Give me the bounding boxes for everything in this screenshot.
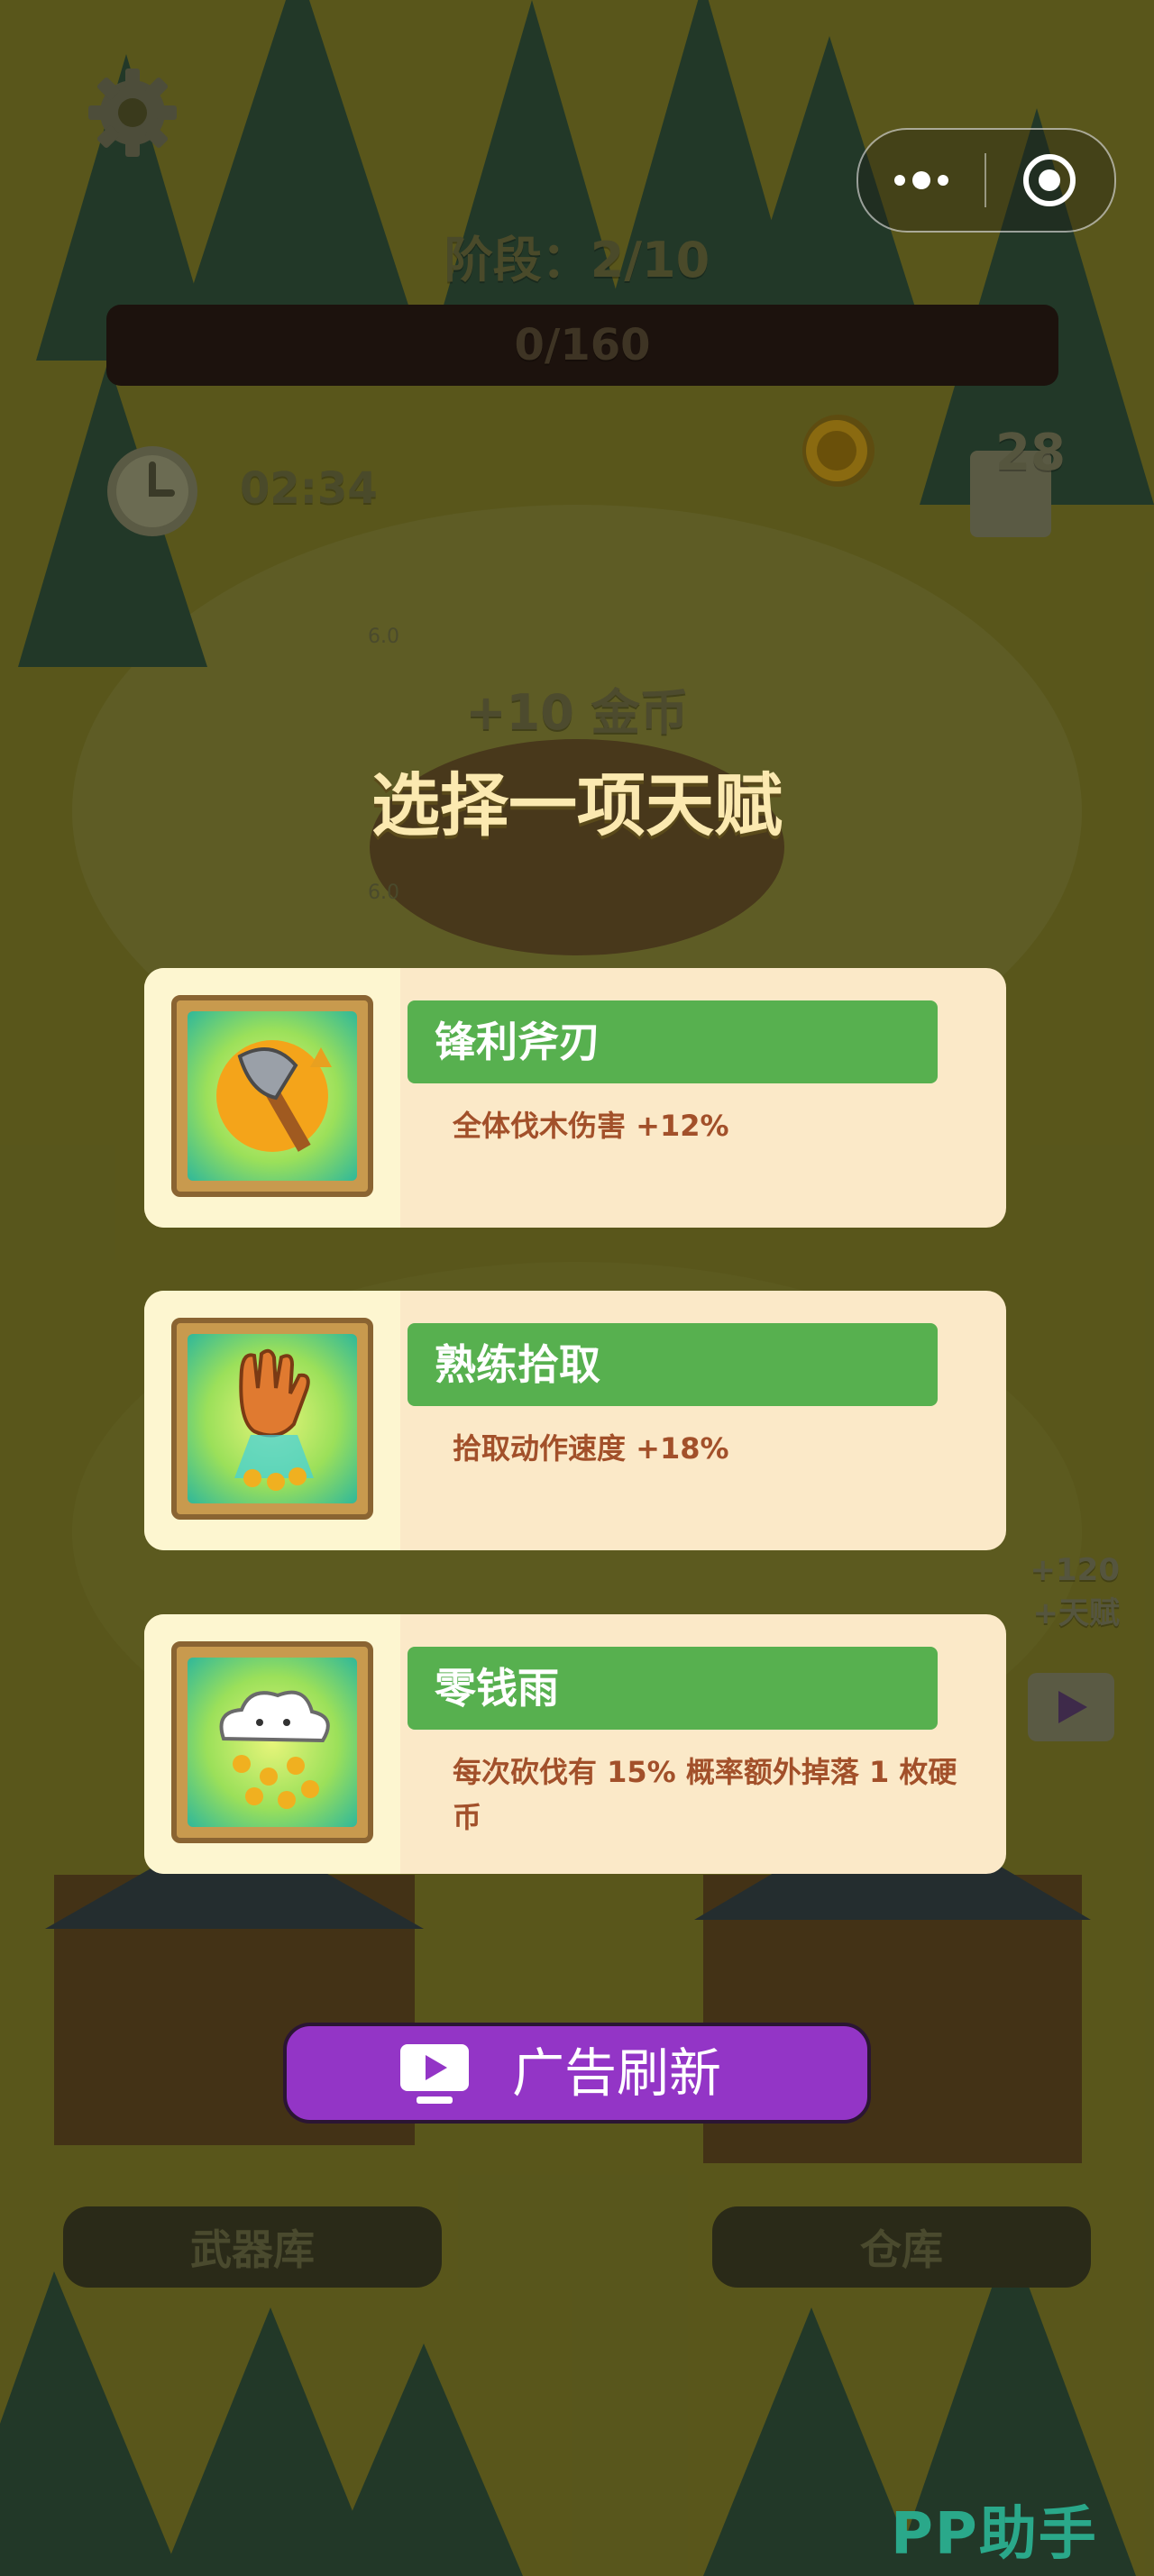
overlay-heading: 选择一项天赋 (371, 765, 783, 845)
cloud-coins-icon (219, 1690, 330, 1809)
timer-text: 02:34 (240, 463, 378, 514)
talent-desc: 拾取动作速度 +18% (453, 1431, 729, 1466)
capsule-divider (985, 153, 986, 207)
talent-icon-panel (144, 968, 400, 1228)
mini-program-capsule (856, 128, 1116, 233)
talent-icon-panel (144, 1291, 400, 1550)
talent-title: 锋利斧刃 (408, 1000, 938, 1083)
axe-icon (216, 1040, 332, 1152)
watermark-logo: PP助手 (891, 2501, 1098, 2568)
coin-icon (802, 416, 871, 485)
side-video-button[interactable] (1028, 1673, 1114, 1741)
talent-icon-frame (171, 1318, 373, 1520)
more-dots-icon[interactable] (887, 155, 956, 206)
talent-icon-panel (144, 1614, 400, 1874)
settings-button[interactable] (83, 63, 182, 162)
ad-refresh-label: 广告刷新 (512, 2042, 722, 2104)
side-reward-amount: +120 (1030, 1552, 1120, 1588)
warehouse-button[interactable]: 仓库 (712, 2206, 1091, 2288)
modal-dim-overlay (0, 0, 1154, 2576)
tv-play-icon (400, 2044, 469, 2104)
stage-label: 阶段：2/10 (444, 232, 710, 288)
wood-progress-bar: 0/160 (106, 305, 1058, 386)
talent-icon-frame (171, 995, 373, 1197)
talent-title: 零钱雨 (408, 1647, 938, 1730)
gear-icon (88, 69, 177, 157)
talent-icon-frame (171, 1641, 373, 1843)
side-reward-note: +120 +天赋 (985, 1552, 1120, 1632)
talent-card[interactable]: 锋利斧刃 全体伐木伤害 +12% (144, 968, 1006, 1228)
record-target-icon[interactable] (1021, 151, 1078, 209)
talent-desc: 全体伐木伤害 +12% (453, 1109, 729, 1143)
axis-tick-mid: 6.0 (368, 882, 399, 904)
play-icon (1058, 1691, 1087, 1723)
talent-title: 熟练拾取 (408, 1323, 938, 1406)
progress-text: 0/160 (514, 320, 651, 370)
talent-card[interactable]: 零钱雨 每次砍伐有 15% 概率额外掉落 1 枚硬币 (144, 1614, 1006, 1874)
clock-icon (105, 443, 200, 539)
axis-tick-top: 6.0 (368, 626, 399, 648)
side-reward-label: +天赋 (1032, 1595, 1121, 1631)
gain-text: +10 金币 (465, 684, 689, 741)
armory-button[interactable]: 武器库 (63, 2206, 442, 2288)
talent-card[interactable]: 熟练拾取 拾取动作速度 +18% (144, 1291, 1006, 1550)
armory-label: 武器库 (190, 2225, 315, 2274)
glove-icon (234, 1348, 314, 1491)
counter-text: 28 (995, 424, 1066, 482)
warehouse-label: 仓库 (860, 2225, 943, 2274)
talent-desc: 每次砍伐有 15% 概率额外掉落 1 枚硬币 (453, 1755, 957, 1834)
ad-refresh-button[interactable]: 广告刷新 (283, 2023, 871, 2124)
